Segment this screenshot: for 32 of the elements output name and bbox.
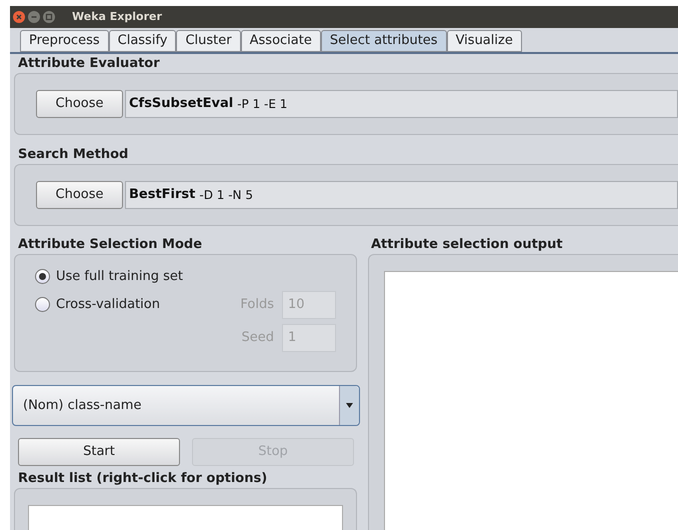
- field-label: Seed: [242, 329, 274, 348]
- radio-button[interactable]: [35, 269, 50, 284]
- dropdown-value: (Nom) class-name: [22, 396, 142, 415]
- scheme-options: -D 1 -N 5: [199, 186, 253, 204]
- choose-button[interactable]: Choose: [36, 181, 123, 209]
- tab[interactable]: Visualize: [446, 30, 522, 52]
- tab[interactable]: Select attributes: [320, 30, 447, 52]
- choose-button[interactable]: Choose: [36, 90, 123, 118]
- start-button[interactable]: Start: [18, 438, 180, 466]
- field-label: Folds: [240, 296, 274, 314]
- scheme-options: -P 1 -E 1: [237, 95, 288, 113]
- section-heading: Attribute Evaluator: [17, 55, 161, 73]
- close-icon[interactable]: [13, 11, 25, 23]
- radio-label: Cross-validation: [56, 296, 160, 314]
- result-list[interactable]: [28, 505, 343, 530]
- section-heading: Attribute selection output: [370, 236, 564, 254]
- minimize-icon[interactable]: [28, 11, 40, 23]
- window-title: Weka Explorer: [72, 8, 162, 25]
- section-heading: Search Method: [17, 146, 130, 164]
- radio-button[interactable]: [35, 297, 50, 312]
- tab[interactable]: Preprocess: [20, 30, 109, 52]
- tab[interactable]: Cluster: [176, 30, 241, 52]
- maximize-icon[interactable]: [43, 11, 55, 23]
- scheme-name: CfsSubsetEval: [129, 95, 234, 114]
- radio-label: Use full training set: [56, 268, 183, 286]
- class-dropdown[interactable]: (Nom) class-name: [12, 385, 360, 426]
- caret-icon: [346, 403, 353, 408]
- section-heading: Result list (right-click for options): [17, 470, 268, 488]
- section-heading: Attribute Selection Mode: [17, 236, 204, 254]
- tab[interactable]: Classify: [108, 30, 176, 52]
- scheme-name: BestFirst: [129, 186, 196, 204]
- tab[interactable]: Associate: [240, 30, 321, 52]
